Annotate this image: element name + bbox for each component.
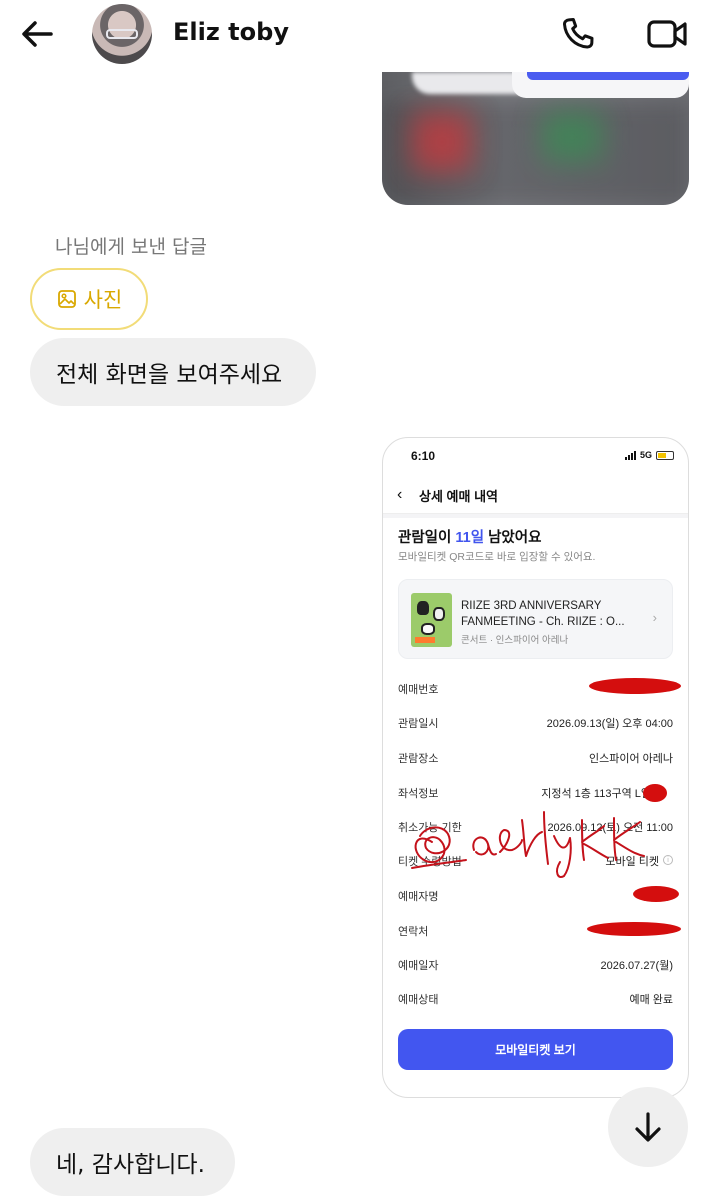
- row-key: 취소가능 기한: [398, 822, 462, 834]
- reply-label: 나님에게 보낸 답글: [55, 236, 207, 258]
- network-label: 5G: [639, 450, 652, 460]
- chat-header: Eliz toby: [0, 0, 718, 70]
- row-show-datetime: 관람일시 2026.09.13(일) 오후 04:00: [398, 715, 673, 735]
- nav-title: 상세 예매 내역: [419, 489, 498, 504]
- scroll-to-bottom-button[interactable]: [608, 1087, 688, 1167]
- row-booking-status: 예매상태 예매 완료: [398, 991, 673, 1011]
- event-poster: [411, 593, 452, 647]
- row-value: 모바일 티켓: [605, 856, 659, 868]
- status-bar: 6:10 5G: [383, 438, 688, 474]
- redaction-mark: [587, 922, 681, 936]
- redaction-mark: [643, 784, 667, 802]
- row-venue: 관람장소 인스파이어 아레나: [398, 750, 673, 770]
- row-key: 예매번호: [398, 684, 439, 696]
- headline-prefix: 관람일이: [398, 530, 456, 546]
- avatar[interactable]: [92, 4, 152, 64]
- replied-photo-chip[interactable]: 사진: [30, 268, 148, 330]
- row-value: 인스파이어 아레나: [588, 753, 673, 765]
- row-booker-name: 예매자명: [398, 888, 673, 908]
- signal-icon: [624, 450, 636, 460]
- row-key: 예매자명: [398, 891, 439, 903]
- days-left-headline: 관람일이 11일 남았어요: [398, 526, 541, 547]
- chevron-left-icon: ‹: [397, 486, 403, 503]
- row-value: 2026.07.27(월): [600, 960, 674, 972]
- row-seat: 좌석정보 지정석 1층 113구역 L열: [398, 785, 673, 805]
- row-key: 연락처: [398, 926, 429, 938]
- phone-icon: [563, 18, 594, 49]
- mobile-ticket-button: 모바일티켓 보기: [398, 1029, 673, 1070]
- event-title: RIIZE 3RD ANNIVERSARY FANMEETING - Ch. R…: [461, 600, 625, 628]
- info-icon: i: [663, 855, 673, 865]
- headline-subtitle: 모바일티켓 QR코드로 바로 입장할 수 있어요.: [398, 551, 596, 563]
- row-booking-date: 예매일자 2026.07.27(월): [398, 957, 673, 977]
- row-key: 티켓 수령방법: [398, 856, 462, 868]
- headline-days: 11일: [455, 530, 485, 546]
- arrow-down-icon: [635, 1112, 661, 1142]
- photo-icon: [57, 290, 76, 308]
- row-key: 좌석정보: [398, 788, 439, 800]
- call-button[interactable]: [558, 14, 598, 54]
- back-arrow-icon: [22, 21, 53, 47]
- row-key: 관람장소: [398, 753, 439, 765]
- row-value: 지정석 1층 113구역 L열: [541, 788, 651, 800]
- row-cancel-deadline: 취소가능 기한 2026.09.12(토) 오전 11:00: [398, 819, 673, 839]
- ticket-screenshot-message[interactable]: 6:10 5G ‹ 상세 예매 내역 관람일이 11일 남았어요 모바일티켓 Q…: [382, 437, 689, 1098]
- chevron-right-icon: ›: [652, 610, 657, 625]
- detail-nav-bar: ‹ 상세 예매 내역: [383, 474, 688, 514]
- blurred-image-message[interactable]: [382, 72, 689, 205]
- headline-suffix: 남았어요: [484, 530, 542, 546]
- row-ticket-delivery: 티켓 수령방법 모바일 티켓 i: [398, 853, 673, 873]
- message-bubble-answer[interactable]: 네, 감사합니다.: [30, 1128, 235, 1196]
- contact-name[interactable]: Eliz toby: [173, 18, 289, 46]
- photo-chip-label: 사진: [83, 288, 123, 312]
- row-value: 2026.09.13(일) 오후 04:00: [546, 718, 673, 730]
- video-call-button[interactable]: [645, 14, 689, 54]
- row-value: 예매 완료: [629, 994, 673, 1006]
- row-key: 예매상태: [398, 994, 439, 1006]
- row-value: 2026.09.12(토) 오전 11:00: [547, 822, 673, 834]
- back-button[interactable]: [18, 14, 58, 54]
- battery-icon: [656, 450, 674, 460]
- message-text: 네, 감사합니다.: [56, 1152, 205, 1178]
- video-icon: [647, 20, 687, 48]
- redaction-mark: [633, 886, 679, 902]
- event-meta: 콘서트 · 인스파이어 아레나: [461, 635, 569, 646]
- redaction-mark: [589, 678, 681, 694]
- row-key: 예매일자: [398, 960, 439, 972]
- row-key: 관람일시: [398, 718, 439, 730]
- message-bubble-question[interactable]: 전체 화면을 보여주세요: [30, 338, 316, 406]
- message-text: 전체 화면을 보여주세요: [56, 362, 283, 388]
- status-time: 6:10: [411, 449, 436, 463]
- event-card: RIIZE 3RD ANNIVERSARY FANMEETING - Ch. R…: [398, 579, 673, 659]
